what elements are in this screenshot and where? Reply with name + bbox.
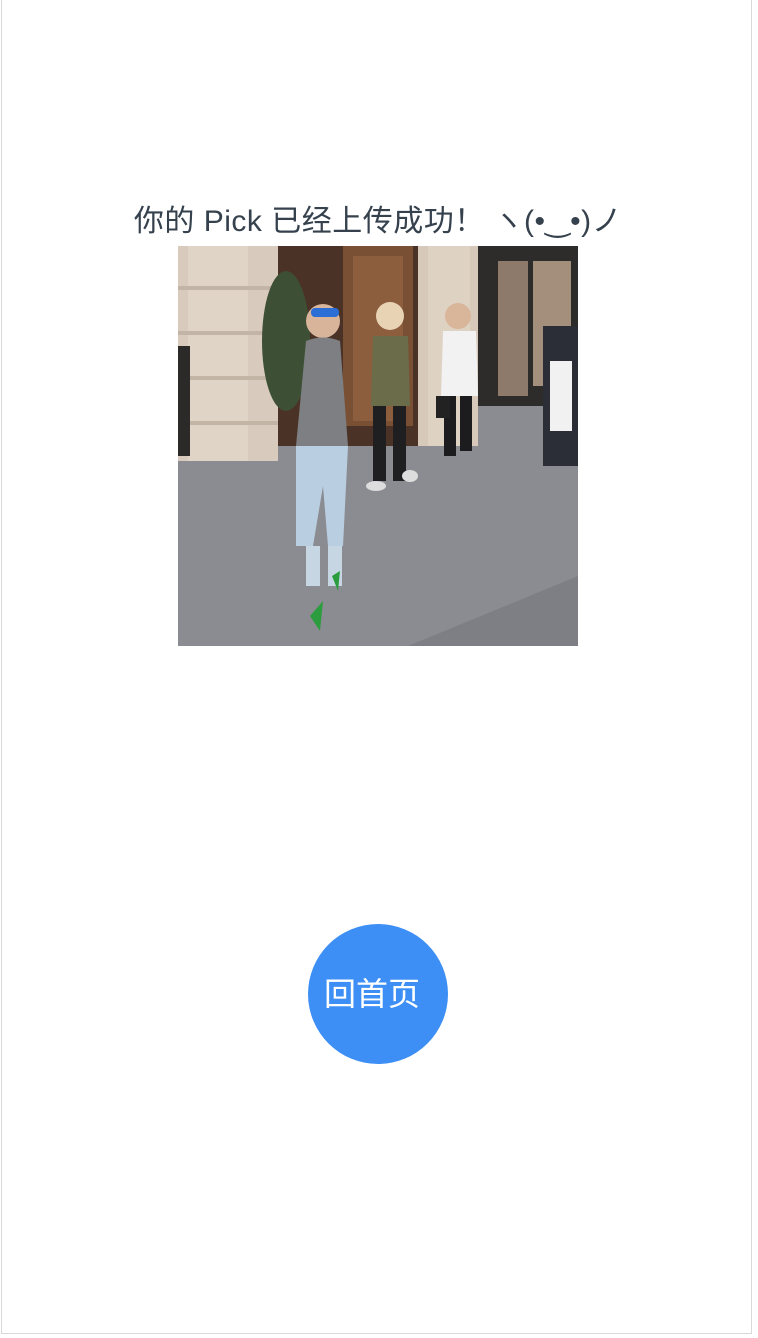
uploaded-photo bbox=[178, 246, 578, 646]
upload-success-message: 你的 Pick 已经上传成功！ ヽ(•‿•)ノ bbox=[133, 205, 623, 238]
home-button-label: 回首页 bbox=[323, 976, 420, 1012]
home-button[interactable]: 回首页 bbox=[308, 924, 448, 1064]
